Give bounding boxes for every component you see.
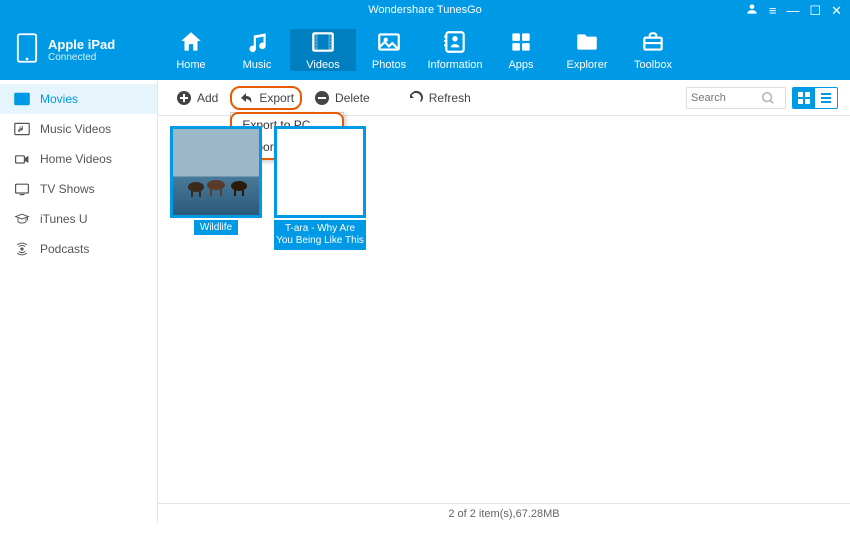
nav-photos[interactable]: Photos: [356, 29, 422, 71]
sidebar-item-itunes-u[interactable]: iTunes U: [0, 204, 157, 234]
nav-toolbox-label: Toolbox: [634, 59, 672, 71]
user-icon[interactable]: [745, 2, 759, 19]
add-button[interactable]: Add: [170, 90, 224, 106]
nav-photos-label: Photos: [372, 59, 406, 71]
nav-music-label: Music: [243, 59, 272, 71]
minimize-icon[interactable]: —: [786, 3, 799, 18]
add-label: Add: [197, 91, 218, 105]
nav-videos-label: Videos: [306, 59, 339, 71]
sidebar-item-podcasts[interactable]: Podcasts: [0, 234, 157, 264]
refresh-button[interactable]: Refresh: [402, 90, 477, 106]
nav-apps[interactable]: Apps: [488, 29, 554, 71]
sidebar-label: Home Videos: [40, 152, 112, 166]
header: Apple iPad Connected Home Music Videos P…: [0, 20, 850, 80]
nav-toolbox[interactable]: Toolbox: [620, 29, 686, 71]
video-thumbnail: [170, 126, 262, 218]
maximize-icon[interactable]: ☐: [809, 3, 821, 19]
export-button-group: Export Export to PC Export to iTunes: [230, 86, 302, 110]
titlebar: Wondershare TunesGo ≡ — ☐ ✕: [0, 0, 850, 20]
sidebar-label: Podcasts: [40, 242, 89, 256]
sidebar-label: Music Videos: [40, 122, 111, 136]
search-box[interactable]: [686, 87, 786, 109]
device-name: Apple iPad: [48, 37, 115, 52]
device-status: Connected: [48, 52, 115, 63]
nav-home-label: Home: [176, 59, 205, 71]
nav-apps-label: Apps: [508, 59, 533, 71]
grid-view-button[interactable]: [793, 88, 815, 108]
video-item[interactable]: T-ara - Why Are You Being Like This: [274, 126, 366, 250]
nav-videos[interactable]: Videos: [290, 29, 356, 71]
delete-label: Delete: [335, 91, 370, 105]
video-title: T-ara - Why Are You Being Like This: [274, 220, 366, 250]
delete-button[interactable]: Delete: [308, 90, 376, 106]
content-grid: Wildlife T-ara - Why Are You Being Like …: [158, 116, 850, 503]
list-view-button[interactable]: [815, 88, 837, 108]
status-text: 2 of 2 item(s),67.28MB: [448, 508, 559, 520]
nav-home[interactable]: Home: [158, 29, 224, 71]
sidebar: Movies Music Videos Home Videos TV Shows…: [0, 80, 158, 523]
nav-information[interactable]: Information: [422, 29, 488, 71]
video-thumbnail: [274, 126, 366, 218]
status-bar: 2 of 2 item(s),67.28MB: [158, 503, 850, 523]
nav-explorer-label: Explorer: [567, 59, 608, 71]
sidebar-item-music-videos[interactable]: Music Videos: [0, 114, 157, 144]
refresh-label: Refresh: [429, 91, 471, 105]
search-input[interactable]: [691, 92, 761, 104]
sidebar-item-movies[interactable]: Movies: [0, 84, 157, 114]
nav-explorer[interactable]: Explorer: [554, 29, 620, 71]
view-toggle: [792, 87, 838, 109]
video-item[interactable]: Wildlife: [170, 126, 262, 235]
search-icon: [761, 91, 775, 105]
sidebar-label: Movies: [40, 92, 78, 106]
toolbar: Add Export Export to PC Export to iTunes…: [158, 80, 850, 116]
device-box[interactable]: Apple iPad Connected: [0, 33, 158, 68]
sidebar-label: iTunes U: [40, 212, 88, 226]
nav-music[interactable]: Music: [224, 29, 290, 71]
menu-icon[interactable]: ≡: [769, 3, 777, 18]
tablet-icon: [16, 33, 38, 68]
nav-information-label: Information: [427, 59, 482, 71]
export-button[interactable]: Export: [236, 90, 296, 106]
sidebar-item-home-videos[interactable]: Home Videos: [0, 144, 157, 174]
sidebar-label: TV Shows: [40, 182, 95, 196]
sidebar-item-tv-shows[interactable]: TV Shows: [0, 174, 157, 204]
video-title: Wildlife: [194, 220, 238, 235]
app-title: Wondershare TunesGo: [368, 4, 482, 16]
close-icon[interactable]: ✕: [831, 3, 842, 19]
export-label: Export: [259, 91, 294, 105]
